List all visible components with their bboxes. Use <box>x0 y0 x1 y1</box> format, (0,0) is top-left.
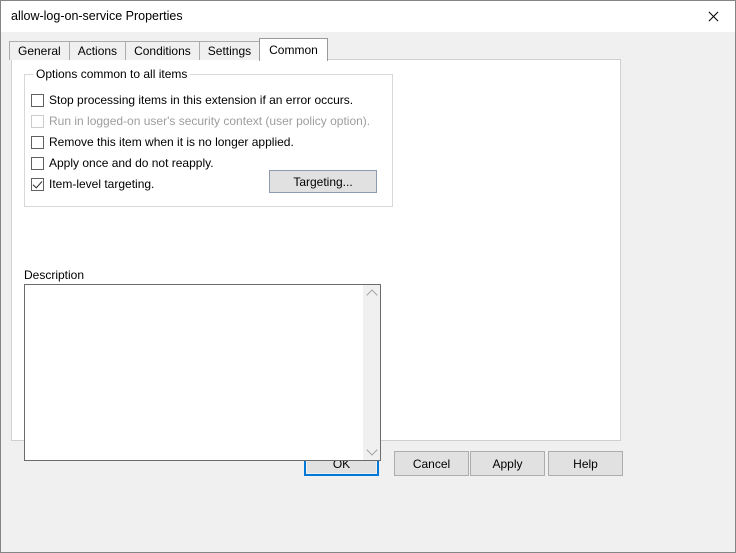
tab-general[interactable]: General <box>9 41 70 60</box>
checkbox-box-icon <box>31 93 44 107</box>
scroll-up-button[interactable] <box>363 285 380 302</box>
checkbox-label: Stop processing items in this extension … <box>49 93 354 107</box>
scroll-down-button[interactable] <box>363 443 380 460</box>
options-group-legend: Options common to all items <box>33 67 191 81</box>
help-button[interactable]: Help <box>548 451 623 476</box>
checkbox-label: Apply once and do not reapply. <box>49 156 214 170</box>
checkbox-label: Remove this item when it is no longer ap… <box>49 135 294 149</box>
checkbox-run-in-user-context: Run in logged-on user's security context… <box>31 113 370 129</box>
description-box <box>24 284 381 461</box>
close-button[interactable] <box>690 1 735 31</box>
checkbox-item-level-targeting[interactable]: Item-level targeting. <box>31 176 154 192</box>
checkbox-stop-processing[interactable]: Stop processing items in this extension … <box>31 92 353 108</box>
apply-button[interactable]: Apply <box>470 451 545 476</box>
checkbox-label: Item-level targeting. <box>49 177 155 191</box>
description-input[interactable] <box>28 287 360 458</box>
checkbox-box-icon <box>31 114 44 128</box>
tab-strip: General Actions Conditions Settings Comm… <box>9 38 328 61</box>
tab-common[interactable]: Common <box>259 38 328 61</box>
tab-panel-common: Options common to all items Stop process… <box>11 59 621 461</box>
checkbox-box-icon <box>31 135 44 149</box>
description-scrollbar[interactable] <box>362 285 380 460</box>
tab-settings[interactable]: Settings <box>198 41 261 60</box>
chevron-down-icon <box>365 444 378 456</box>
description-label: Description <box>24 268 85 282</box>
checkbox-remove-item[interactable]: Remove this item when it is no longer ap… <box>31 134 294 150</box>
targeting-button[interactable]: Targeting... <box>269 170 377 193</box>
checkbox-box-icon <box>31 156 44 170</box>
title-bar: allow-log-on-service Properties <box>1 1 735 33</box>
cancel-button[interactable]: Cancel <box>394 451 469 476</box>
checkbox-apply-once[interactable]: Apply once and do not reapply. <box>31 155 214 171</box>
checkbox-checked-icon <box>31 177 44 191</box>
properties-dialog: allow-log-on-service Properties General … <box>0 0 736 553</box>
window-title: allow-log-on-service Properties <box>11 9 183 23</box>
checkbox-label: Run in logged-on user's security context… <box>49 114 371 128</box>
close-icon <box>707 11 718 22</box>
tab-conditions[interactable]: Conditions <box>125 41 200 60</box>
tab-actions[interactable]: Actions <box>68 41 127 60</box>
chevron-up-icon <box>365 289 378 301</box>
